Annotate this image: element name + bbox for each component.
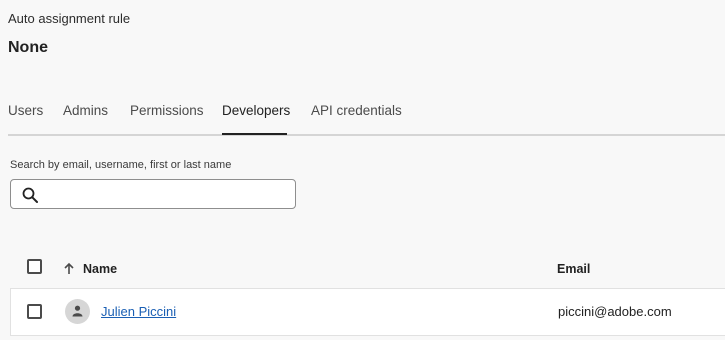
- tab-api-credentials-label: API credentials: [311, 103, 402, 118]
- tab-admins-label: Admins: [63, 103, 109, 118]
- avatar: [65, 299, 90, 324]
- tab-developers[interactable]: Developers: [222, 103, 290, 118]
- user-email: piccini@adobe.com: [558, 304, 672, 319]
- search-label: Search by email, username, first or last…: [10, 159, 232, 171]
- select-all-checkbox[interactable]: [27, 259, 42, 274]
- tab-users-label: Users: [8, 103, 44, 118]
- tabs-divider: [8, 134, 725, 136]
- tab-users[interactable]: Users: [8, 103, 43, 118]
- tab-bar: Users Admins Permissions Developers API …: [8, 88, 725, 135]
- user-name-link[interactable]: Julien Piccini: [101, 304, 176, 319]
- tab-admins[interactable]: Admins: [63, 103, 108, 118]
- auto-assignment-rule-value: None: [8, 39, 48, 56]
- table-row: Julien Piccini piccini@adobe.com: [10, 288, 725, 336]
- search-icon: [22, 187, 38, 203]
- search-input[interactable]: [47, 183, 291, 207]
- user-icon: [72, 305, 83, 317]
- column-header-name[interactable]: Name: [83, 262, 117, 276]
- tab-developers-label: Developers: [222, 103, 291, 118]
- search-field[interactable]: [10, 179, 296, 209]
- row-checkbox[interactable]: [27, 304, 42, 319]
- auto-assignment-rule-label: Auto assignment rule: [8, 11, 131, 26]
- active-tab-indicator: [222, 133, 287, 135]
- tab-api-credentials[interactable]: API credentials: [311, 103, 402, 118]
- tab-permissions-label: Permissions: [130, 103, 204, 118]
- tab-permissions[interactable]: Permissions: [130, 103, 204, 118]
- arrow-up-icon[interactable]: [63, 262, 75, 276]
- column-header-email: Email: [557, 262, 591, 276]
